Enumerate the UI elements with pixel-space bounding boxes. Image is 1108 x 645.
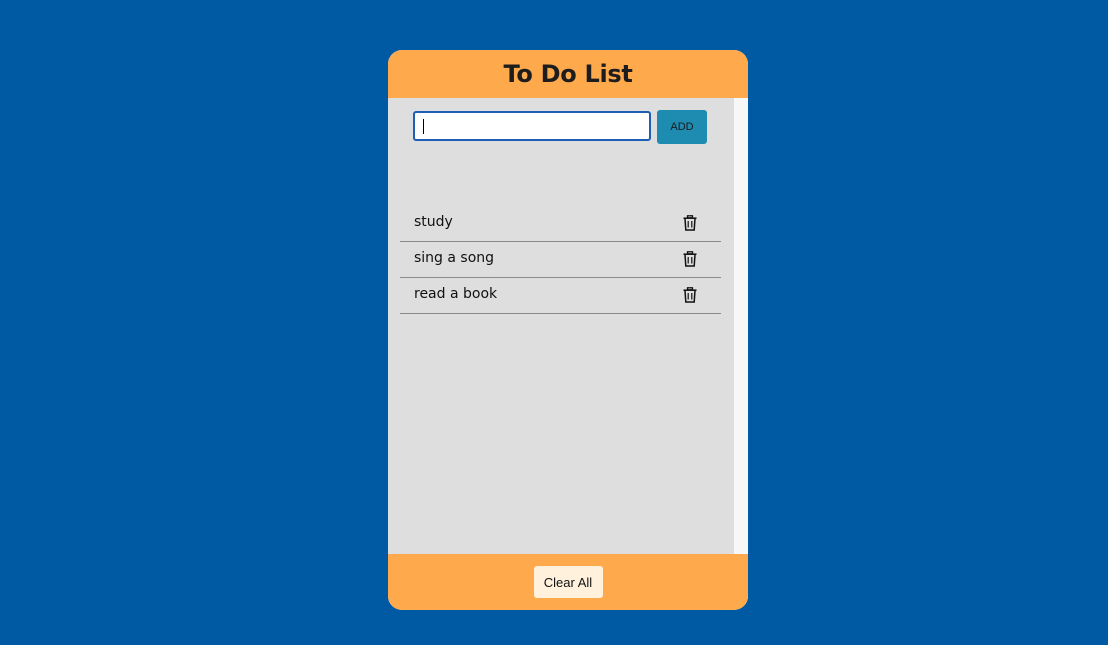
- list-item: sing a song: [400, 242, 721, 278]
- card-footer: Clear All: [388, 554, 748, 610]
- todo-text: read a book: [414, 286, 498, 302]
- todo-body: ADD study sing a song read a book: [388, 98, 734, 604]
- clear-all-button[interactable]: Clear All: [533, 566, 603, 598]
- list-item: study: [400, 206, 721, 242]
- todo-list: study sing a song read a book: [400, 206, 721, 314]
- scrollbar[interactable]: [734, 98, 748, 604]
- trash-icon[interactable]: [683, 251, 697, 267]
- card-header: To Do List: [388, 50, 748, 98]
- todo-card: To Do List ADD study sing a song read a …: [388, 50, 748, 610]
- todo-text: study: [414, 214, 453, 230]
- trash-icon[interactable]: [683, 215, 697, 231]
- list-item: read a book: [400, 278, 721, 314]
- add-button[interactable]: ADD: [657, 110, 707, 144]
- trash-icon[interactable]: [683, 287, 697, 303]
- todo-input[interactable]: [413, 111, 651, 141]
- text-caret: [423, 119, 424, 134]
- page-title: To Do List: [503, 60, 633, 88]
- todo-text: sing a song: [414, 250, 495, 266]
